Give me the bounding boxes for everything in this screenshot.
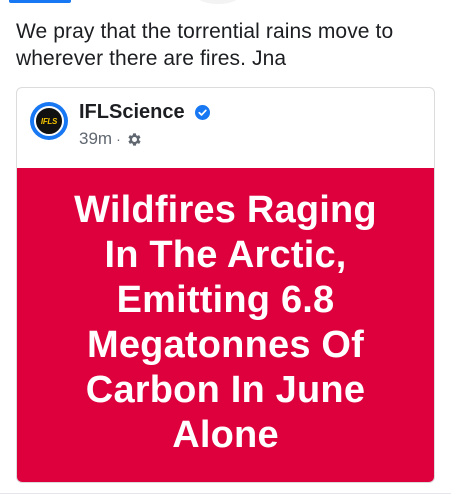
image-headline: Wildfires Raging In The Arctic, Emitting… (36, 188, 416, 458)
verified-badge-icon (195, 105, 210, 120)
shared-post-card[interactable]: IFLS IFLScience 39m · Wildfires Raging I… (16, 87, 435, 483)
timestamp-link[interactable]: 39m (79, 129, 112, 149)
headline-line: Alone (172, 414, 279, 456)
gear-icon (128, 132, 141, 146)
avatar[interactable]: IFLS (30, 102, 68, 140)
post-meta: 39m · (79, 128, 143, 150)
headline-line: Carbon In June (85, 369, 366, 411)
headline-line: In The Arctic, (104, 234, 347, 276)
facebook-feed-page: We pray that the torrential rains move t… (0, 0, 451, 500)
pull-handle (196, 0, 240, 4)
headline-line: Wildfires Raging (74, 189, 377, 231)
avatar-logo: IFLS (34, 106, 64, 136)
active-tab-indicator (9, 0, 71, 3)
meta-separator: · (116, 131, 121, 147)
shared-post-header: IFLS IFLScience 39m · (17, 88, 434, 168)
shared-post-image[interactable]: Wildfires Raging In The Arctic, Emitting… (17, 168, 434, 482)
headline-line: Emitting 6.8 (116, 279, 335, 321)
headline-line: Megatonnes Of (86, 324, 365, 366)
page-name-link[interactable]: IFLScience (79, 100, 185, 124)
post-message: We pray that the torrential rains move t… (16, 20, 394, 70)
divider (0, 493, 451, 494)
